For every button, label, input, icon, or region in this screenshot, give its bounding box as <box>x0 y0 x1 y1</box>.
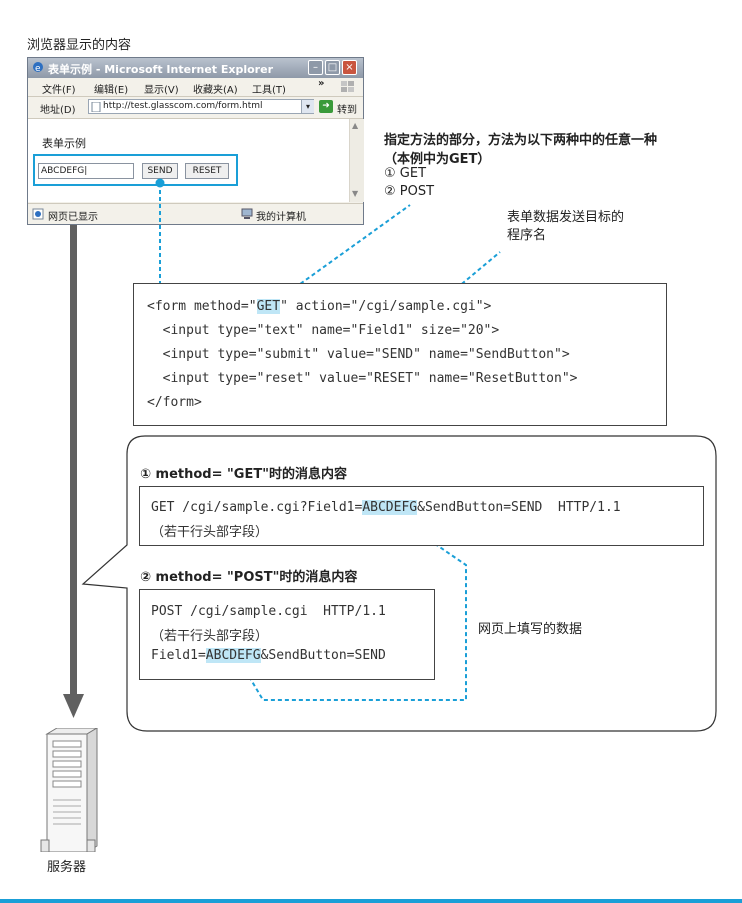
get-headers: （若干行头部字段） <box>151 525 269 540</box>
method-connector <box>288 204 411 293</box>
bottom-rule <box>0 899 742 903</box>
method-option-get: ① GET <box>384 166 427 181</box>
code-line-submit-input: <input type="submit" value="SEND" name="… <box>147 347 570 362</box>
post-request-line: POST /cgi/sample.cgi HTTP/1.1 <box>151 604 386 619</box>
action-note-line2: 程序名 <box>507 228 547 243</box>
server-icon <box>40 728 98 852</box>
post-body-line: Field1=ABCDEFG&SendButton=SEND <box>151 648 386 663</box>
flow-arrow-head <box>63 694 84 718</box>
get-heading: ① method= "GET"时的消息内容 <box>140 467 347 482</box>
code-line-text-input: <input type="text" name="Field1" size="2… <box>147 323 500 338</box>
post-headers: （若干行头部字段） <box>151 629 269 644</box>
post-field-value: ABCDEFG <box>205 648 261 663</box>
code-method-value: GET <box>256 299 281 314</box>
get-request-line: GET /cgi/sample.cgi?Field1=ABCDEFG&SendB… <box>151 500 621 515</box>
post-heading: ② method= "POST"时的消息内容 <box>140 570 358 585</box>
code-line-form-open: <form method="GET" action="/cgi/sample.c… <box>147 299 492 314</box>
code-line-form-close: </form> <box>147 395 202 410</box>
data-note: 网页上填写的数据 <box>478 622 583 637</box>
method-note-line1: 指定方法的部分，方法为以下两种中的任意一种 <box>384 133 658 148</box>
method-note-line2: （本例中为GET） <box>384 152 491 167</box>
action-note-line1: 表单数据发送目标的 <box>507 210 625 225</box>
flow-arrow-shaft <box>70 225 77 695</box>
html-code-box: <form method="GET" action="/cgi/sample.c… <box>133 283 667 426</box>
code-line-reset-input: <input type="reset" value="RESET" name="… <box>147 371 578 386</box>
server-label: 服务器 <box>47 860 87 875</box>
get-message-box: GET /cgi/sample.cgi?Field1=ABCDEFG&SendB… <box>139 486 704 546</box>
method-option-post: ② POST <box>384 184 435 199</box>
get-field-value: ABCDEFG <box>362 500 418 515</box>
form-connector-dot <box>155 178 165 188</box>
post-message-box: POST /cgi/sample.cgi HTTP/1.1 （若干行头部字段） … <box>139 589 435 680</box>
